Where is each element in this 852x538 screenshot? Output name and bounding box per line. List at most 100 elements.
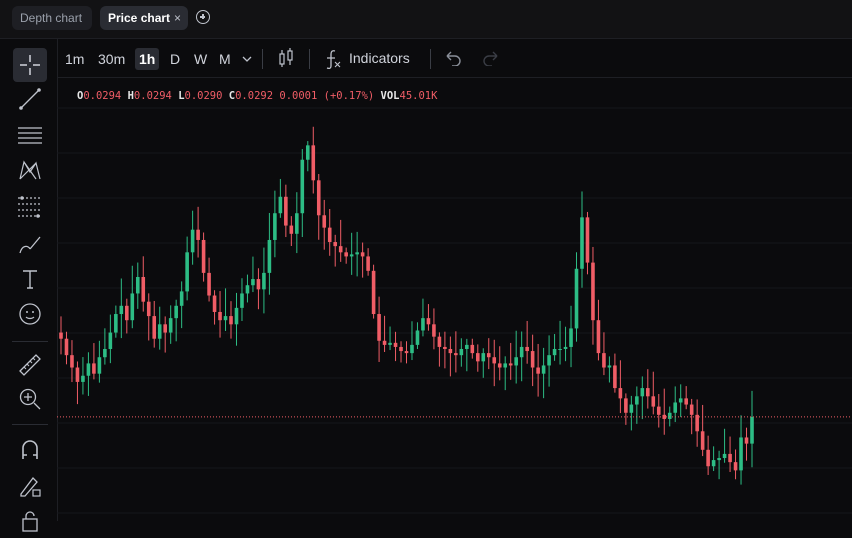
crosshair-icon — [20, 55, 40, 75]
close-tab-icon[interactable]: × — [174, 6, 181, 30]
redo-icon[interactable] — [482, 50, 500, 66]
toolbar-divider — [12, 424, 48, 425]
candle-body — [415, 330, 420, 345]
add-tab-icon[interactable] — [196, 10, 210, 24]
candlestick-type-icon[interactable] — [277, 47, 295, 69]
candle-body — [465, 344, 469, 349]
candle-body — [196, 229, 200, 240]
candle-body — [377, 314, 381, 341]
candle-body — [722, 453, 727, 459]
candle-body — [135, 277, 140, 294]
magnet-tool[interactable] — [13, 432, 47, 466]
candle-body — [569, 328, 573, 347]
candle-body — [443, 346, 447, 349]
candle-body — [673, 402, 678, 413]
timeframe-1h[interactable]: 1h — [135, 48, 160, 70]
pattern-tool[interactable] — [13, 153, 47, 187]
trend-line-icon — [19, 88, 41, 110]
candle-body — [426, 318, 431, 325]
candle-body — [355, 252, 359, 255]
candle-body — [333, 242, 338, 247]
candle-body — [448, 349, 453, 354]
candle-body — [459, 349, 464, 356]
candle-body — [393, 342, 398, 347]
candle-body — [125, 305, 129, 321]
candle-body — [305, 145, 310, 160]
candle-body — [410, 344, 414, 354]
candle-body — [179, 291, 184, 306]
candle-body — [130, 293, 135, 321]
candle-body — [97, 357, 102, 374]
ruler-icon — [19, 354, 41, 376]
candle-body — [92, 363, 96, 374]
lock-tool[interactable] — [13, 504, 47, 538]
candle-body — [525, 346, 529, 352]
candle-body — [190, 229, 195, 253]
zoom-in-icon — [19, 388, 41, 410]
tab-label: Depth chart — [20, 11, 83, 25]
candle-body — [629, 404, 634, 413]
brush-tool[interactable] — [13, 226, 47, 260]
candle-body — [421, 318, 425, 331]
indicators-button[interactable]: Indicators — [324, 47, 444, 71]
timeframe-m[interactable]: M — [215, 48, 235, 70]
candle-body — [695, 414, 699, 432]
text-tool[interactable] — [13, 262, 47, 296]
candle-body — [733, 462, 738, 471]
candle-body — [157, 324, 162, 339]
undo-icon[interactable] — [444, 50, 462, 66]
candle-body — [201, 239, 206, 273]
candle-body — [245, 285, 250, 294]
emoji-tool[interactable] — [13, 297, 47, 331]
crosshair-tool[interactable] — [13, 48, 47, 82]
trend-line-tool[interactable] — [13, 82, 47, 116]
lock-draw-tool[interactable] — [13, 469, 47, 503]
toolbar-divider — [430, 49, 431, 69]
candle-body — [591, 262, 595, 321]
timeframe-w[interactable]: W — [190, 48, 211, 70]
candle-body — [212, 295, 217, 312]
candle-body — [163, 324, 167, 333]
horizontal-lines-tool[interactable] — [13, 117, 47, 151]
tab-price-chart[interactable]: Price chart × — [100, 6, 188, 30]
emoji-icon — [19, 303, 41, 325]
candle-body — [240, 293, 244, 308]
candle-body — [108, 332, 113, 349]
toolbar-divider — [12, 341, 48, 342]
ruler-tool[interactable] — [13, 348, 47, 382]
candle-body — [497, 363, 502, 368]
candle-body — [64, 338, 69, 356]
candle-body — [607, 365, 612, 368]
tab-depth-chart[interactable]: Depth chart — [12, 6, 92, 30]
lock-draw-icon — [20, 477, 41, 497]
price-chart-plot[interactable] — [57, 78, 852, 521]
candle-body — [349, 254, 354, 257]
candle-body — [81, 375, 85, 382]
timeframe-d[interactable]: D — [166, 48, 184, 70]
candle-body — [371, 270, 376, 315]
candle-body — [103, 349, 107, 358]
candle-body — [596, 320, 601, 354]
fib-tool[interactable] — [13, 189, 47, 223]
indicators-label: Indicators — [349, 50, 410, 66]
candle-body — [152, 316, 157, 339]
candle-body — [574, 268, 579, 329]
timeframe-1m[interactable]: 1m — [61, 48, 88, 70]
candle-body — [486, 353, 491, 358]
candle-body — [684, 398, 688, 405]
candle-body — [284, 196, 288, 226]
candle-body — [300, 159, 305, 214]
candle-body — [530, 351, 535, 368]
timeframe-30m[interactable]: 30m — [94, 48, 129, 70]
candle-body — [382, 340, 387, 345]
candle-body — [344, 252, 348, 257]
text-icon — [23, 270, 37, 289]
candle-body — [618, 388, 623, 399]
candle-body — [454, 353, 458, 356]
candle-body — [404, 351, 409, 354]
candle-body — [700, 431, 705, 450]
candle-body — [146, 301, 151, 317]
candle-body — [624, 398, 628, 413]
chevron-down-icon[interactable] — [241, 53, 253, 65]
zoom-in-tool[interactable] — [13, 382, 47, 416]
